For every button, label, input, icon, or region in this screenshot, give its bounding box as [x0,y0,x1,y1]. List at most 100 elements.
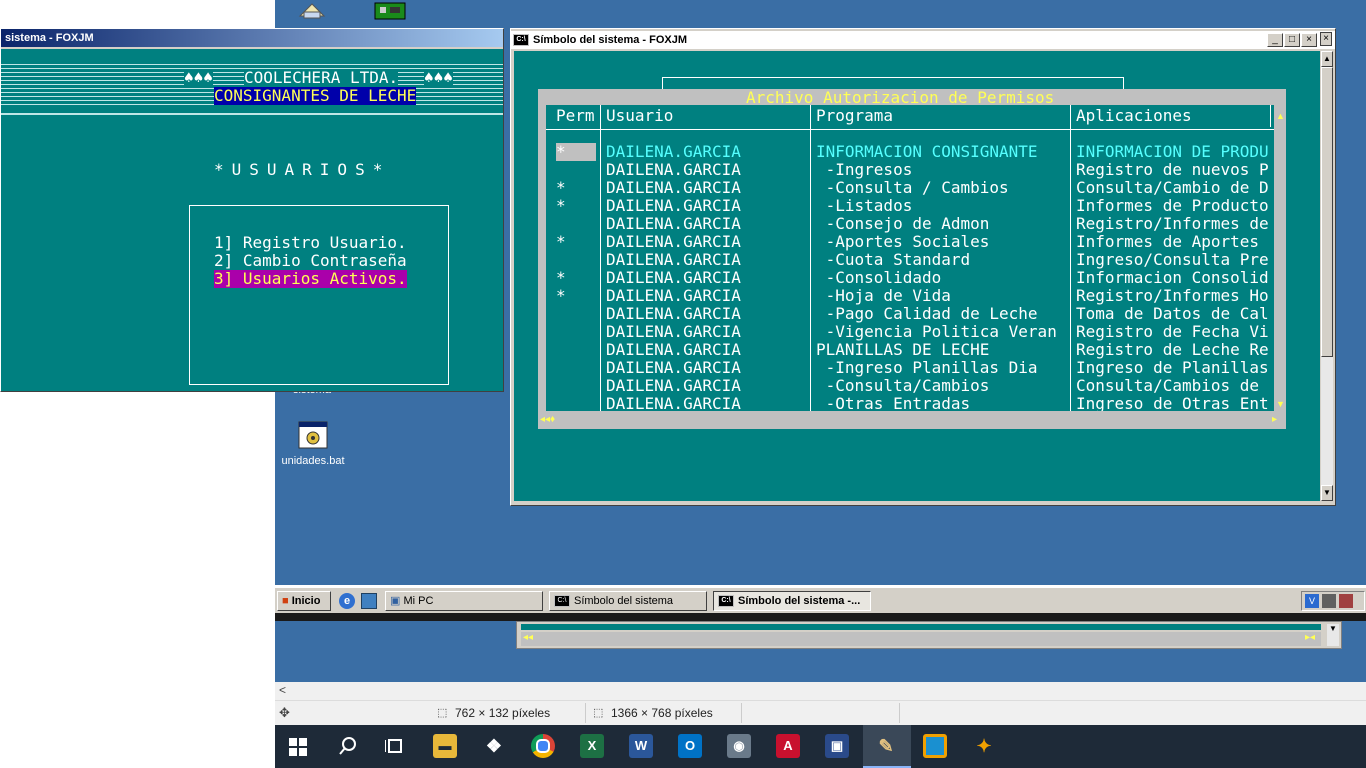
search-icon[interactable] [338,736,358,756]
paint-icon[interactable]: ✎ [874,734,898,758]
table-row[interactable]: DAILENA.GARCIA -Cuota Standard Ingreso/Co… [546,251,1274,269]
grid-vscroll[interactable]: ▲ ▼ [1276,111,1285,411]
table-row[interactable]: DAILENA.GARCIA -Vigencia Politica Veran R… [546,323,1274,341]
grid-scroll-right-icon[interactable]: ▸ [1272,414,1277,425]
cell-programa: PLANILLAS DE LECHE [816,340,990,359]
old-taskbar: ■ Inicio e ▣ Mi PC C:\ Símbolo del sistem… [275,587,1366,614]
desktop-icon[interactable] [361,593,377,609]
grid-scroll-up-icon[interactable]: ▲ [1276,111,1285,121]
lower-scroll-left-icon[interactable]: ◂◂ [523,632,533,643]
menu-item-cambio[interactable]: 2] Cambio Contraseña [214,252,407,270]
desktop-board-icon[interactable] [374,2,406,20]
table-row[interactable]: DAILENA.GARCIA -Pago Calidad de Leche Tom… [546,305,1274,323]
scroll-thumb[interactable] [1321,67,1333,357]
ie-icon[interactable]: e [339,593,355,609]
cell-perm: * [556,232,566,251]
lower-console-window[interactable]: ◂◂ ▸◂ ▼ [516,621,1342,649]
selection-icon: ⬚ [437,707,448,719]
vmware-icon[interactable] [923,734,947,758]
tray-network-icon[interactable] [1322,594,1336,608]
cell-usuario: DAILENA.GARCIA [606,214,741,233]
desktop-mail-icon[interactable] [298,0,326,20]
background-close-icon[interactable]: × [1320,32,1332,46]
window-vscroll[interactable]: ▲ ▼ [1321,51,1333,501]
cell-aplicacion: Registro de Leche Re [1076,340,1269,359]
table-row[interactable]: DAILENA.GARCIA -Consejo de Admon Registro… [546,215,1274,233]
left-window-title[interactable]: sistema - FOXJM [1,29,503,47]
cell-aplicacion: Registro de nuevos P [1076,160,1269,179]
grid-scroll-down-icon[interactable]: ▼ [1276,399,1285,409]
cmd-icon: C:\ [513,34,529,47]
move-icon: ✥ [279,705,290,720]
table-row[interactable]: * DAILENA.GARCIA -Consolidado Informacion … [546,269,1274,287]
lower-scroll-right-icon[interactable]: ▸◂ [1305,632,1315,643]
menu-item-usuarios-activos[interactable]: 3] Usuarios Activos. [214,270,407,288]
col-header-aplicaciones[interactable]: Aplicaciones [1076,107,1192,125]
cmd-icon: C:\ [718,595,734,608]
company-name: COOLECHERA LTDA. [244,68,399,87]
table-row[interactable]: DAILENA.GARCIA -Ingreso Planillas Dia Ing… [546,359,1274,377]
acrobat-icon[interactable]: A [776,734,800,758]
table-row[interactable]: * DAILENA.GARCIA -Listados Informes de Pro… [546,197,1274,215]
cell-programa: -Aportes Sociales [816,232,990,251]
batch-file-label[interactable]: unidades.bat [275,455,351,469]
table-row[interactable]: DAILENA.GARCIA -Ingresos Registro de nuev… [546,161,1274,179]
cell-programa: -Consulta / Cambios [816,178,1009,197]
tray-app-icon[interactable] [1339,594,1353,608]
tray-vnc-icon[interactable]: V [1305,594,1319,608]
minimize-button[interactable]: _ [1267,33,1283,47]
windows-start-icon[interactable] [289,738,307,756]
batch-file-icon[interactable] [297,420,329,450]
menu-item-registro[interactable]: 1] Registro Usuario. [214,234,407,252]
col-header-programa[interactable]: Programa [816,107,893,125]
foxpro-icon[interactable]: ✦ [972,734,996,758]
scroll-down-icon[interactable]: ▼ [1321,485,1333,501]
close-button[interactable]: × [1301,33,1317,47]
col-header-usuario[interactable]: Usuario [606,107,673,125]
file-explorer-icon[interactable]: ▬ [433,734,457,758]
cell-programa: -Listados [816,196,913,215]
cell-aplicacion: Ingreso/Consulta Pre [1076,250,1269,269]
word-icon[interactable]: W [629,734,653,758]
cell-programa: -Ingreso Planillas Dia [816,358,1038,377]
table-row[interactable]: DAILENA.GARCIA -Otras Entradas Ingreso de… [546,394,1274,412]
lower-vscroll[interactable]: ▼ [1327,624,1339,646]
cell-usuario: DAILENA.GARCIA [606,196,741,215]
scroll-up-icon[interactable]: ▲ [1321,51,1333,67]
cell-usuario: DAILENA.GARCIA [606,394,741,412]
cell-aplicacion: Registro de Fecha Vi [1076,322,1269,341]
table-row[interactable]: * DAILENA.GARCIA -Hoja de Vida Registro/In… [546,287,1274,305]
excel-icon[interactable]: X [580,734,604,758]
viewer-hscroll[interactable]: < [275,682,1366,700]
cell-programa: -Ingresos [816,160,913,179]
cell-aplicacion: Ingreso de Otras Ent [1076,394,1269,412]
start-button[interactable]: ■ Inicio [277,591,331,611]
lower-grey-bar: ◂◂ ▸◂ [521,632,1321,646]
table-row[interactable]: DAILENA.GARCIA -Consulta/Cambios Consulta… [546,377,1274,395]
taskbar-btn-cmd1[interactable]: C:\ Símbolo del sistema [549,591,707,611]
dropbox-icon[interactable]: ❖ [482,734,506,758]
cell-aplicacion: Consulta/Cambios de [1076,376,1260,395]
task-view-icon[interactable] [384,737,405,755]
maximize-button[interactable]: □ [1284,33,1300,47]
grid-scroll-left-icon[interactable]: ◂◂♦ [540,414,555,425]
table-row[interactable]: * DAILENA.GARCIA -Aportes Sociales Informe… [546,233,1274,251]
left-console-window[interactable]: sistema - FOXJM ♠♠♠ COOLECHERA LTDA. ♠♠♠… [0,28,504,392]
scroll-left-icon[interactable]: < [279,683,286,697]
outlook-icon[interactable]: O [678,734,702,758]
taskbar-btn-mipc[interactable]: ▣ Mi PC [385,591,543,611]
right-window-titlebar[interactable]: C:\ Símbolo del sistema - FOXJM [511,31,1335,49]
col-header-perm[interactable]: Perm [556,107,595,125]
taskbar-btn-cmd2[interactable]: C:\ Símbolo del sistema -... [713,591,871,611]
chrome-icon[interactable] [531,734,555,758]
right-console-window[interactable]: C:\ Símbolo del sistema - FOXJM _ □ × Arc… [510,28,1336,506]
cell-aplicacion: Consulta/Cambio de D [1076,178,1269,197]
table-row[interactable]: DAILENA.GARCIA PLANILLAS DE LECHE Registro… [546,341,1274,359]
browse-grid[interactable]: Perm Usuario Programa Aplicaciones * DAIL… [546,105,1274,411]
cell-usuario: DAILENA.GARCIA [606,142,741,161]
remote-desktop-icon[interactable]: ▣ [825,734,849,758]
table-row[interactable]: * DAILENA.GARCIA INFORMACION CONSIGNANTE IN… [546,143,1274,161]
cell-programa: -Cuota Standard [816,250,971,269]
table-row[interactable]: * DAILENA.GARCIA -Consulta / Cambios Consu… [546,179,1274,197]
camera-icon[interactable]: ◉ [727,734,751,758]
